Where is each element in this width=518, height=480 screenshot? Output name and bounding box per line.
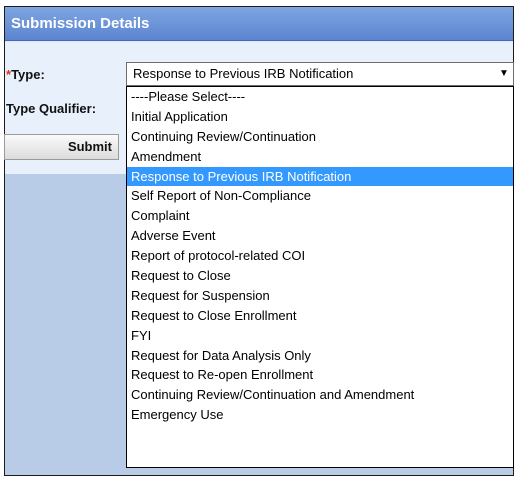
dropdown-option-self-report[interactable]: Self Report of Non-Compliance	[127, 186, 513, 206]
dropdown-option-fyi[interactable]: FYI	[127, 326, 513, 346]
dropdown-option-amendment[interactable]: Amendment	[127, 147, 513, 167]
dropdown-option-initial-application[interactable]: Initial Application	[127, 107, 513, 127]
type-label-text: Type:	[11, 67, 45, 82]
dropdown-option-response-to-previous-irb[interactable]: Response to Previous IRB Notification	[127, 166, 513, 187]
dropdown-option-request-for-suspension[interactable]: Request for Suspension	[127, 286, 513, 306]
dropdown-option-continuing-review-amendment[interactable]: Continuing Review/Continuation and Amend…	[127, 385, 513, 405]
type-label: *Type:	[6, 67, 45, 82]
dropdown-option-adverse-event[interactable]: Adverse Event	[127, 226, 513, 246]
dropdown-option-complaint[interactable]: Complaint	[127, 206, 513, 226]
dropdown-option-request-to-close-enrollment[interactable]: Request to Close Enrollment	[127, 306, 513, 326]
dropdown-option-continuing-review[interactable]: Continuing Review/Continuation	[127, 127, 513, 147]
dropdown-option-report-coi[interactable]: Report of protocol-related COI	[127, 246, 513, 266]
panel-header: Submission Details	[5, 7, 513, 41]
dropdown-option-emergency-use[interactable]: Emergency Use	[127, 405, 513, 425]
submit-button[interactable]: Submit	[4, 134, 119, 160]
dropdown-option-request-to-close[interactable]: Request to Close	[127, 266, 513, 286]
dropdown-option-reopen-enrollment[interactable]: Request to Re-open Enrollment	[127, 365, 513, 385]
type-select[interactable]: Response to Previous IRB Notification ▼	[126, 62, 514, 86]
type-select-value: Response to Previous IRB Notification	[133, 66, 354, 81]
chevron-down-icon[interactable]: ▼	[497, 63, 511, 85]
dropdown-option-data-analysis-only[interactable]: Request for Data Analysis Only	[127, 346, 513, 366]
dropdown-option-please-select[interactable]: ----Please Select----	[127, 87, 513, 107]
type-qualifier-label: Type Qualifier:	[6, 101, 97, 116]
type-dropdown-list[interactable]: ----Please Select---- Initial Applicatio…	[126, 86, 514, 468]
